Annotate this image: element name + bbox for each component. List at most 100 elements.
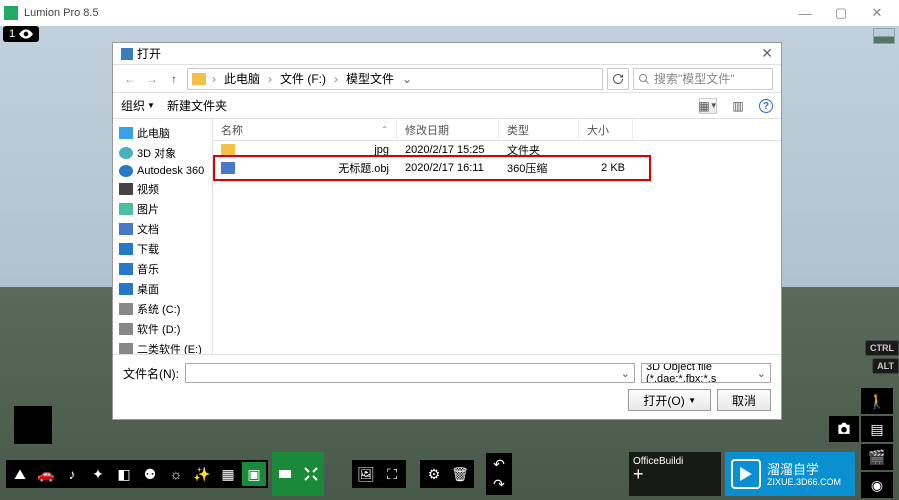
view-mode-button[interactable]: ▦▼ [699,98,717,114]
help-button[interactable]: ? [759,99,773,113]
tree-item[interactable]: 3D 对象 [113,143,212,163]
maximize-button[interactable]: ▢ [823,4,859,22]
render-mode-icon[interactable]: ▤ [861,416,893,442]
walk-mode-icon[interactable]: 🚶 [861,388,893,414]
trash-icon[interactable]: 🗑 [448,462,472,486]
transport-tool-icon[interactable]: 🚗 [34,462,58,486]
drive-icon [119,165,133,177]
breadcrumb-field[interactable]: 此电脑 文件 (F:) 模型文件 ⌄ [187,68,603,90]
tree-label: 系统 (C:) [137,301,180,317]
file-row[interactable]: 无标题.obj2020/2/17 16:11360压缩2 KB [213,159,781,177]
path-dropdown[interactable]: ⌄ [400,72,414,86]
tree-item[interactable]: 音乐 [113,259,212,279]
indoor-tool-icon[interactable]: ◧ [112,462,136,486]
tree-label: 软件 (D:) [137,321,180,337]
tree-item[interactable]: 下载 [113,239,212,259]
back-button[interactable]: ← [121,70,139,88]
dialog-footer: 文件名(N): ⌄ 3D Object file (*.dae;*.fbx;*.… [113,354,781,419]
tree-label: 音乐 [137,261,159,277]
drive-icon [119,263,133,275]
filetype-combo[interactable]: 3D Object file (*.dae;*.fbx;*.s⌄ [641,363,771,383]
dialog-toolbar: 组织▼ 新建文件夹 ▦▼ ▥ ? [113,93,781,119]
alt-key-hint: ALT [872,358,899,374]
tree-item[interactable]: 软件 (D:) [113,319,212,339]
imports-tool-icon[interactable]: ▣ [242,462,266,486]
drive-icon [119,343,133,354]
panorama-mode-icon[interactable]: ◉ [861,472,893,498]
model-name: OfficeBuildi [633,456,717,467]
expand-icon[interactable]: ⛶ [380,462,404,486]
preview-pane-button[interactable]: ▥ [729,98,747,114]
crumb-pc[interactable]: 此电脑 [222,70,262,87]
add-model-icon[interactable]: + [633,467,717,481]
tree-item[interactable]: Autodesk 360 [113,163,212,179]
undo-icon[interactable]: ↶ [488,455,510,473]
camera-button[interactable] [829,416,859,442]
forward-button[interactable]: → [143,70,161,88]
crumb-drive[interactable]: 文件 (F:) [278,70,328,87]
up-button[interactable]: ↑ [165,70,183,88]
layer-badge[interactable]: 1 [3,26,39,42]
tree-label: 此电脑 [137,125,170,141]
organize-menu[interactable]: 组织▼ [121,97,155,114]
refresh-button[interactable] [607,68,629,90]
model-label-card[interactable]: OfficeBuildi + [629,452,721,496]
search-input[interactable]: 搜索"模型文件" [633,68,773,90]
open-button[interactable]: 打开(O) ▼ [628,389,711,411]
dialog-close-button[interactable]: ✕ [761,45,773,62]
settings-icon[interactable]: ⚙ [422,462,446,486]
utilities-tool-icon[interactable]: ▦ [216,462,240,486]
dialog-titlebar: 打开 ✕ [113,43,781,65]
import-button[interactable] [14,406,52,444]
mass-place-tool-icon[interactable] [298,452,324,496]
mode-tools: 🚶 ▤ 🎬 ◉ [861,388,897,498]
people-tool-icon[interactable]: ⚉ [138,462,162,486]
tree-item[interactable]: 桌面 [113,279,212,299]
tree-item[interactable]: 系统 (C:) [113,299,212,319]
dialog-title: 打开 [137,45,161,62]
sound-tool-icon[interactable]: ♪ [60,462,84,486]
lights-tool-icon[interactable]: ✨ [190,462,214,486]
file-open-dialog: 打开 ✕ ← → ↑ 此电脑 文件 (F:) 模型文件 ⌄ 搜索"模型文件" 组… [112,42,782,420]
file-row[interactable]: jpg2020/2/17 15:25文件夹 [213,141,781,159]
tree-item[interactable]: 图片 [113,199,212,219]
close-app-button[interactable]: ✕ [859,4,895,22]
tree-item[interactable]: 二类软件 (E:) [113,339,212,354]
new-folder-button[interactable]: 新建文件夹 [167,97,227,114]
drive-icon [119,283,133,295]
tree-item[interactable]: 视频 [113,179,212,199]
tree-label: 下载 [137,241,159,257]
tree-item[interactable]: 此电脑 [113,123,212,143]
drive-icon [119,303,133,315]
app-logo-icon [4,6,18,20]
movie-mode-icon[interactable]: 🎬 [861,444,893,470]
crumb-folder[interactable]: 模型文件 [344,70,396,87]
tree-label: 文档 [137,221,159,237]
app-title: Lumion Pro 8.5 [24,7,99,19]
redo-icon[interactable]: ↷ [488,475,510,493]
col-date: 修改日期 [397,119,499,140]
app-titlebar: Lumion Pro 8.5 — ▢ ✕ [0,0,899,26]
tree-label: 图片 [137,201,159,217]
folder-tree[interactable]: 此电脑 3D 对象 Autodesk 360视频图片文档下载音乐桌面系统 (C:) 软… [113,119,213,354]
file-list-rows[interactable]: jpg2020/2/17 15:25文件夹无标题.obj2020/2/17 16… [213,141,781,354]
drive-icon [119,223,133,235]
effects-tool-icon[interactable]: ✦ [86,462,110,486]
landscape-icon[interactable]: 🖼 [354,462,378,486]
file-icon [221,162,235,174]
minimize-button[interactable]: — [787,4,823,22]
drive-icon [119,127,133,139]
cancel-button[interactable]: 取消 [717,389,771,411]
viewport-thumbnail[interactable] [873,28,895,44]
file-list-header[interactable]: 名称⌃ 修改日期 类型 大小 [213,119,781,141]
place-tool-icon[interactable] [272,452,298,496]
tree-item[interactable]: 文档 [113,219,212,239]
file-list: 名称⌃ 修改日期 类型 大小 jpg2020/2/17 15:25文件夹无标题.… [213,119,781,354]
filename-combo[interactable]: ⌄ [185,363,635,383]
dialog-icon [121,48,133,60]
nature-tool-icon[interactable]: ⛰ [8,462,32,486]
watermark: 溜溜自学 ZIXUE.3D66.COM [725,452,855,496]
tree-label: 3D 对象 [137,145,176,161]
ctrl-key-hint: CTRL [865,340,899,356]
outdoor-tool-icon[interactable]: ☼ [164,462,188,486]
